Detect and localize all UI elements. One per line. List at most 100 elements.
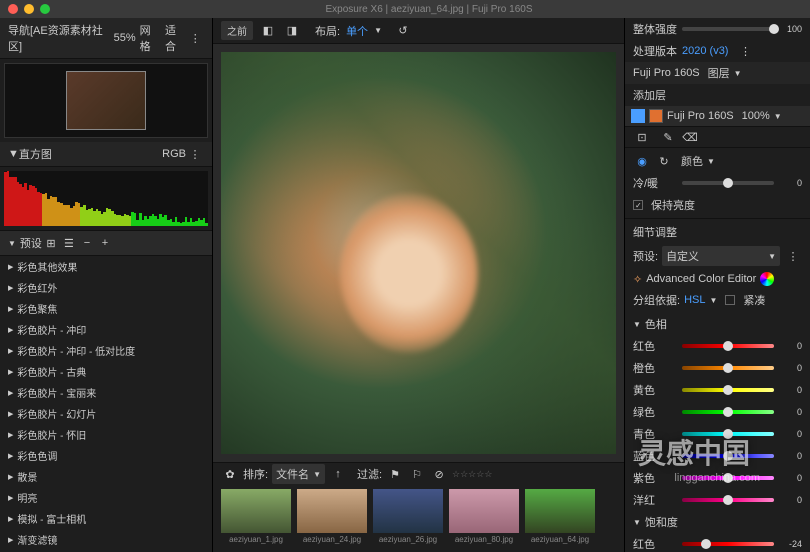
preset-item[interactable]: ▶模拟 - 富士相机 <box>0 508 212 529</box>
minus-icon[interactable]: − <box>80 236 94 250</box>
close-dot[interactable] <box>8 4 18 14</box>
nav-preview[interactable] <box>4 63 208 138</box>
detail-preset-select[interactable]: 自定义▼ <box>662 246 780 266</box>
brush-icon[interactable]: ✎ <box>661 130 675 144</box>
nav-menu-icon[interactable]: ⋮ <box>188 31 202 45</box>
sat-section[interactable]: 饱和度 <box>645 514 678 530</box>
preset-item[interactable]: ▶散景 <box>0 466 212 487</box>
window-titlebar: Exposure X6 | aeziyuan_64.jpg | Fuji Pro… <box>0 0 810 18</box>
color-wheel-icon <box>760 272 774 286</box>
overall-label: 整体强度 <box>633 21 678 37</box>
color-slider[interactable] <box>682 432 774 436</box>
preset-item[interactable]: ▶彩色其他效果 <box>0 256 212 277</box>
color-slider[interactable] <box>682 366 774 370</box>
plus-icon[interactable]: + <box>98 236 112 250</box>
color-slider[interactable] <box>682 388 774 392</box>
layer-visible-icon[interactable] <box>631 109 645 123</box>
detail-menu-icon[interactable]: ⋮ <box>786 249 800 263</box>
color-slider[interactable] <box>682 498 774 502</box>
nav-fit[interactable]: 适合 <box>165 22 186 54</box>
min-dot[interactable] <box>24 4 34 14</box>
nav-label: 导航[AE资源素材社区] <box>8 22 114 54</box>
preset-item[interactable]: ▶彩色胶片 - 冲印 - 低对比度 <box>0 340 212 361</box>
layout-single[interactable]: 单个 <box>346 23 368 39</box>
preset-item[interactable]: ▶彩色红外 <box>0 277 212 298</box>
histogram-menu-icon[interactable]: ⋮ <box>188 147 202 161</box>
version-value[interactable]: 2020 (v3) <box>682 45 728 57</box>
crop-icon[interactable]: ⊡ <box>635 130 649 144</box>
color-slider[interactable] <box>682 344 774 348</box>
keep-bright-checkbox[interactable] <box>633 200 643 210</box>
color-value: 0 <box>778 407 802 417</box>
nav-grid[interactable]: 网格 <box>140 22 161 54</box>
color-toggle-icon[interactable]: ◉ <box>635 154 649 168</box>
max-dot[interactable] <box>40 4 50 14</box>
preset-item[interactable]: ▶渐变滤镜 <box>0 529 212 550</box>
nav-zoom[interactable]: 55% <box>114 32 136 44</box>
compare-icon[interactable]: ◧ <box>261 24 275 38</box>
add-layer-label[interactable]: 添加层 <box>633 87 666 103</box>
compact-checkbox[interactable] <box>725 295 735 305</box>
layer-row[interactable]: Fuji Pro 160S 100% ▼ <box>625 106 810 126</box>
layer-opacity[interactable]: 100% <box>742 110 770 122</box>
ace-row[interactable]: ✧ Advanced Color Editor <box>625 269 810 289</box>
preset-item[interactable]: ▶彩色色调 <box>0 445 212 466</box>
color-label: 绿色 <box>633 404 678 420</box>
flag-outline-icon[interactable]: ⚐ <box>410 467 424 481</box>
refresh-icon[interactable]: ↻ <box>657 154 671 168</box>
color-slider[interactable] <box>682 454 774 458</box>
overall-slider[interactable] <box>682 27 774 31</box>
flag-icon[interactable]: ⚑ <box>388 467 402 481</box>
preset-item[interactable]: ▶彩色胶片 - 幻灯片 <box>0 403 212 424</box>
sort-select[interactable]: 文件名▼ <box>272 464 325 484</box>
chevron-down-icon[interactable]: ▼ <box>8 148 19 160</box>
color-value: 0 <box>778 429 802 439</box>
thumbnail[interactable]: aeziyuan_64.jpg <box>525 489 595 548</box>
split-icon[interactable]: ◨ <box>285 24 299 38</box>
color-panel-label: 颜色 <box>681 153 703 169</box>
hsl-mode[interactable]: HSL <box>684 294 705 306</box>
image-viewport[interactable] <box>213 44 624 462</box>
color-slider[interactable] <box>682 476 774 480</box>
preset-item[interactable]: ▶彩色胶片 - 怀旧 <box>0 424 212 445</box>
eraser-icon[interactable]: ⌫ <box>683 130 697 144</box>
layout-label: 布局: <box>315 23 340 39</box>
color-slider[interactable] <box>682 542 774 546</box>
color-value: 0 <box>778 363 802 373</box>
reject-icon[interactable]: ⊘ <box>432 467 446 481</box>
histogram-mode[interactable]: RGB <box>162 148 186 160</box>
right-panel: 整体强度 100 处理版本 2020 (v3) ⋮ Fuji Pro 160S … <box>624 18 810 552</box>
chevron-down-icon[interactable]: ▼ <box>8 239 16 248</box>
center-panel: 之前 ◧ ◨ 布局: 单个 ▼ ↺ ✿ 排序: 文件名▼ ↑ 过滤: ⚑ ⚐ ⊘… <box>213 18 624 552</box>
color-label: 青色 <box>633 426 678 442</box>
preset-item[interactable]: ▶彩色聚焦 <box>0 298 212 319</box>
thumbnail[interactable]: aeziyuan_1.jpg <box>221 489 291 548</box>
keep-bright-label: 保持亮度 <box>651 197 695 213</box>
preset-item[interactable]: ▶彩色胶片 - 宝丽来 <box>0 382 212 403</box>
sort-asc-icon[interactable]: ↑ <box>331 467 345 481</box>
thumbnail[interactable]: aeziyuan_80.jpg <box>449 489 519 548</box>
presets-label: 预设 <box>20 235 42 251</box>
thumbnail[interactable]: aeziyuan_26.jpg <box>373 489 443 548</box>
grid-view-icon[interactable]: ⊞ <box>44 236 58 250</box>
preset-item[interactable]: ▶彩色胶片 - 冲印 <box>0 319 212 340</box>
before-button[interactable]: 之前 <box>221 21 253 40</box>
coldwarm-slider[interactable] <box>682 181 774 185</box>
preset-item[interactable]: ▶彩色胶片 - 古典 <box>0 361 212 382</box>
color-slider[interactable] <box>682 410 774 414</box>
version-menu-icon[interactable]: ⋮ <box>738 44 752 58</box>
preset-item[interactable]: ▶明亮 <box>0 487 212 508</box>
gear-icon[interactable]: ✿ <box>223 467 237 481</box>
coldwarm-value: 0 <box>778 178 802 188</box>
left-panel: 导航[AE资源素材社区] 55% 网格 适合 ⋮ ▼ 直方图 RGB ⋮ ▼ 预… <box>0 18 213 552</box>
star-filter[interactable]: ☆☆☆☆☆ <box>452 469 492 480</box>
thumbnail[interactable]: aeziyuan_24.jpg <box>297 489 367 548</box>
reset-icon[interactable]: ↺ <box>396 24 410 38</box>
window-title: Exposure X6 | aeziyuan_64.jpg | Fuji Pro… <box>56 4 802 15</box>
histogram[interactable] <box>4 171 208 226</box>
sort-label: 排序: <box>243 466 268 482</box>
color-label: 紫色 <box>633 470 678 486</box>
hue-section[interactable]: 色相 <box>645 316 667 332</box>
version-label: 处理版本 <box>633 43 678 59</box>
list-view-icon[interactable]: ☰ <box>62 236 76 250</box>
